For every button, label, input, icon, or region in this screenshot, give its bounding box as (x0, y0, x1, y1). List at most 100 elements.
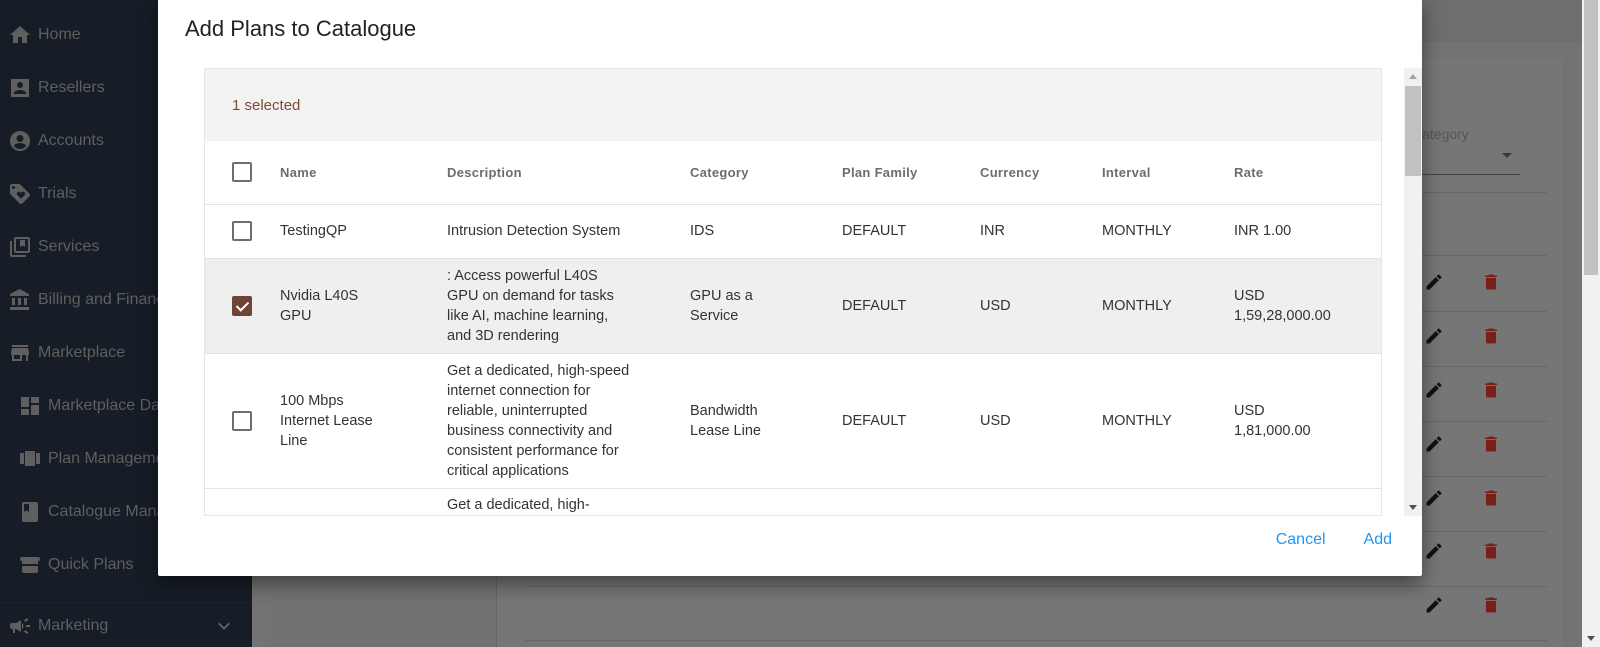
delete-trash-icon[interactable] (1481, 272, 1501, 292)
chevron-down-icon[interactable] (212, 614, 236, 643)
sidebar-divider (0, 602, 252, 603)
cell-description: Get a dedicated, high- (447, 488, 690, 515)
column-header-plan-family[interactable]: Plan Family (842, 141, 980, 205)
contact-card-icon (8, 76, 32, 100)
cell-category: IDS (690, 204, 842, 259)
cell-rate: USD 1,59,28,000.00 (1234, 258, 1381, 354)
book-icon (18, 500, 42, 524)
plans-table: Name Description Category Plan Family Cu… (205, 141, 1381, 515)
cell-interval: MONTHLY (1102, 258, 1234, 354)
page-scrollbar-thumb[interactable] (1584, 0, 1598, 275)
cell-rate: INR 1.00 (1234, 204, 1381, 259)
cell-category: Bandwidth Lease Line (690, 353, 842, 489)
column-header-currency[interactable]: Currency (980, 141, 1102, 205)
cell-interval: MONTHLY (1102, 204, 1234, 259)
column-header-category[interactable]: Category (690, 141, 842, 205)
library-bookmark-icon (8, 235, 32, 259)
cell-category: GPU as a Service (690, 258, 842, 354)
delete-trash-icon[interactable] (1481, 541, 1501, 561)
selected-count: 1 selected (232, 96, 301, 114)
column-header-rate[interactable]: Rate (1234, 141, 1381, 205)
tag-heart-icon (8, 182, 32, 206)
cancel-button[interactable]: Cancel (1276, 531, 1326, 549)
sidebar-item-label: Billing and Finance (38, 291, 174, 308)
page-scrollbar[interactable] (1582, 0, 1600, 647)
cell-name: TestingQP (280, 204, 447, 259)
cell-description: Get a dedicated, high-speed internet con… (447, 353, 690, 489)
home-icon (8, 23, 32, 47)
cell-interval: MONTHLY (1102, 353, 1234, 489)
sidebar-item-marketing[interactable]: Marketing (0, 606, 252, 646)
edit-pencil-icon[interactable] (1424, 434, 1444, 454)
table-scrollbar-thumb[interactable] (1405, 86, 1421, 176)
column-header-description[interactable]: Description (447, 141, 690, 205)
carousel-icon (18, 447, 42, 471)
account-circle-icon (8, 129, 32, 153)
row-checkbox[interactable] (232, 295, 252, 316)
stacked-bars-icon (18, 553, 42, 577)
sidebar-item-label: Quick Plans (48, 556, 134, 573)
sidebar-item-label: Trials (38, 185, 77, 202)
edit-pencil-icon[interactable] (1424, 541, 1444, 561)
category-filter-underline (1420, 174, 1520, 175)
table-row[interactable]: Nvidia L40S GPU : Access powerful L40S G… (205, 258, 1381, 354)
cell-currency (980, 488, 1102, 515)
row-checkbox[interactable] (232, 410, 252, 431)
table-row[interactable]: TestingQP Intrusion Detection System IDS… (205, 204, 1381, 259)
edit-pencil-icon[interactable] (1424, 326, 1444, 346)
delete-trash-icon[interactable] (1481, 434, 1501, 454)
column-header-name[interactable]: Name (280, 141, 447, 205)
table-scrollbar[interactable] (1404, 68, 1422, 516)
dialog-title: Add Plans to Catalogue (185, 16, 417, 41)
background-row-divider (525, 640, 1547, 641)
delete-trash-icon[interactable] (1481, 326, 1501, 346)
scroll-down-arrow-icon[interactable] (1587, 636, 1595, 641)
sidebar-item-label: Marketplace (38, 344, 126, 361)
cell-description: : Access powerful L40S GPU on demand for… (447, 258, 690, 354)
cell-name: 100 Mbps Internet Lease Line (280, 353, 447, 489)
sidebar-item-label: Accounts (38, 132, 104, 149)
dialog-actions: Cancel Add (1276, 531, 1392, 549)
scroll-down-arrow-icon[interactable] (1409, 505, 1417, 510)
category-dropdown-arrow-icon (1502, 153, 1512, 158)
cell-name: Nvidia L40S GPU (280, 258, 447, 354)
sidebar-item-label: Marketing (38, 617, 109, 634)
cell-currency: INR (980, 204, 1102, 259)
column-header-interval[interactable]: Interval (1102, 141, 1234, 205)
cell-plan-family: DEFAULT (842, 258, 980, 354)
cell-rate (1234, 488, 1381, 515)
store-icon (8, 341, 32, 365)
dashboard-icon (18, 394, 42, 418)
sidebar-item-label: Home (38, 26, 81, 43)
plans-table-container: 1 selected Name Description Category Pla… (204, 68, 1382, 516)
cell-description: Intrusion Detection System (447, 204, 690, 259)
edit-pencil-icon[interactable] (1424, 380, 1444, 400)
add-plans-dialog: Add Plans to Catalogue 1 selected Name D… (158, 0, 1422, 576)
add-button[interactable]: Add (1364, 531, 1392, 549)
edit-pencil-icon[interactable] (1424, 595, 1444, 615)
sidebar-item-label: Resellers (38, 79, 105, 96)
table-header-row: Name Description Category Plan Family Cu… (205, 141, 1381, 205)
scroll-up-arrow-icon[interactable] (1409, 74, 1417, 79)
cell-name (280, 488, 447, 515)
delete-trash-icon[interactable] (1481, 595, 1501, 615)
delete-trash-icon[interactable] (1481, 488, 1501, 508)
edit-pencil-icon[interactable] (1424, 488, 1444, 508)
row-checkbox[interactable] (232, 221, 252, 242)
table-row[interactable]: 100 Mbps Internet Lease Line Get a dedic… (205, 353, 1381, 489)
edit-pencil-icon[interactable] (1424, 272, 1444, 292)
cell-plan-family: DEFAULT (842, 353, 980, 489)
bank-icon (8, 288, 32, 312)
cell-currency: USD (980, 258, 1102, 354)
cell-rate: USD 1,81,000.00 (1234, 353, 1381, 489)
table-row[interactable]: Get a dedicated, high- (205, 488, 1381, 515)
cell-plan-family: DEFAULT (842, 204, 980, 259)
select-all-checkbox[interactable] (232, 162, 252, 183)
sidebar-item-label: Services (38, 238, 100, 255)
delete-trash-icon[interactable] (1481, 380, 1501, 400)
cell-category (690, 488, 842, 515)
cell-interval (1102, 488, 1234, 515)
background-row-divider (525, 586, 1547, 587)
cell-plan-family (842, 488, 980, 515)
megaphone-icon (8, 614, 32, 638)
